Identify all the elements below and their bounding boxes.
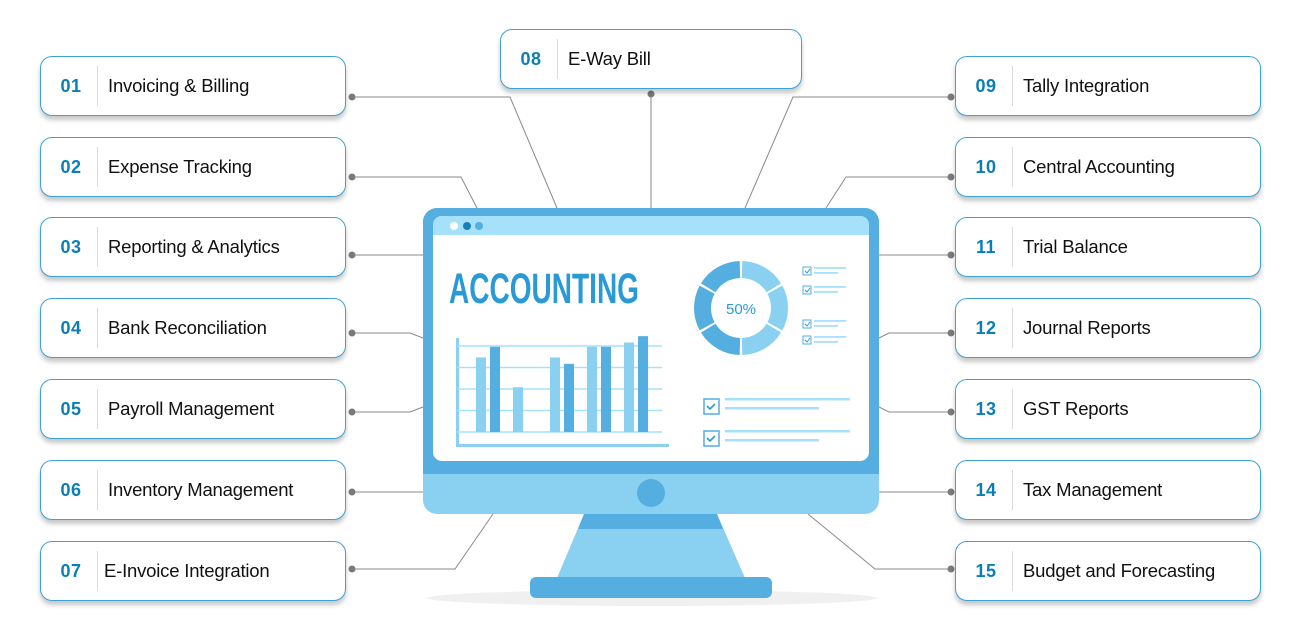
checklist-line xyxy=(814,341,838,343)
chart-bar-dark xyxy=(564,363,574,432)
checklist-line xyxy=(814,320,846,322)
feature-number: 08 xyxy=(520,48,542,69)
small-checkbox-icon xyxy=(802,266,812,276)
checklist-line xyxy=(725,439,819,442)
checklist-line xyxy=(814,267,846,269)
chart-y-axis xyxy=(456,338,459,446)
feature-number: 07 xyxy=(60,560,82,581)
feature-number: 03 xyxy=(60,236,82,257)
window-dot-icon xyxy=(450,222,458,230)
checklist-line xyxy=(814,325,838,327)
feature-label: Payroll Management xyxy=(108,398,275,419)
monitor-stand-band xyxy=(578,514,723,529)
checklist-line xyxy=(725,430,850,433)
feature-label: Central Accounting xyxy=(1023,156,1175,177)
chart-bar-light xyxy=(476,357,486,432)
feature-number: 10 xyxy=(975,156,997,177)
feature-number: 04 xyxy=(60,317,82,338)
feature-card-04[interactable]: 04 Bank Reconciliation xyxy=(40,298,346,358)
checklist-line xyxy=(725,407,819,410)
feature-number: 06 xyxy=(60,479,82,500)
diagram-stage: ACCOUNTING 50% 01 Invoicing & Billing 02… xyxy=(0,0,1300,633)
feature-card-01[interactable]: 01 Invoicing & Billing xyxy=(40,56,346,116)
feature-number: 13 xyxy=(975,398,997,419)
chart-bar-light xyxy=(513,387,523,432)
donut-label: 50% xyxy=(726,301,756,318)
feature-card-12[interactable]: 12 Journal Reports xyxy=(955,298,1261,358)
feature-number: 01 xyxy=(60,75,82,96)
small-checkbox-icon xyxy=(802,335,812,345)
monitor-base xyxy=(530,577,772,598)
feature-number: 14 xyxy=(975,479,997,500)
chart-bar-dark xyxy=(638,336,648,432)
checklist-line xyxy=(814,336,846,338)
feature-label: Journal Reports xyxy=(1023,317,1151,338)
feature-card-07[interactable]: 07 E-Invoice Integration xyxy=(40,541,346,601)
feature-label: E-Way Bill xyxy=(568,48,651,69)
feature-card-03[interactable]: 03 Reporting & Analytics xyxy=(40,217,346,277)
feature-card-02[interactable]: 02 Expense Tracking xyxy=(40,137,346,197)
feature-card-13[interactable]: 13 GST Reports xyxy=(955,379,1261,439)
chart-bar-dark xyxy=(490,346,500,432)
feature-label: Trial Balance xyxy=(1023,236,1128,257)
small-checkbox-icon xyxy=(802,319,812,329)
power-button-icon xyxy=(637,479,665,507)
feature-number: 12 xyxy=(975,317,997,338)
checklist-line xyxy=(814,291,838,293)
feature-number: 11 xyxy=(975,236,997,257)
feature-card-10[interactable]: 10 Central Accounting xyxy=(955,137,1261,197)
checklist-line xyxy=(814,286,846,288)
feature-label: Tally Integration xyxy=(1023,75,1150,96)
feature-label: Tax Management xyxy=(1023,479,1163,500)
feature-label: Expense Tracking xyxy=(108,156,252,177)
chart-bar-light xyxy=(550,357,560,432)
feature-card-11[interactable]: 11 Trial Balance xyxy=(955,217,1261,277)
feature-number: 05 xyxy=(60,398,82,419)
feature-number: 02 xyxy=(60,156,82,177)
chart-bar-light xyxy=(624,342,634,432)
checklist-line xyxy=(725,398,850,401)
feature-label: Invoicing & Billing xyxy=(108,75,250,96)
feature-label: Bank Reconciliation xyxy=(108,317,267,338)
chart-bar-light xyxy=(587,346,597,432)
feature-card-15[interactable]: 15 Budget and Forecasting xyxy=(955,541,1261,601)
feature-card-05[interactable]: 05 Payroll Management xyxy=(40,379,346,439)
feature-label: Reporting & Analytics xyxy=(108,236,280,257)
feature-label: Budget and Forecasting xyxy=(1023,560,1216,581)
window-dot-icon xyxy=(463,222,471,230)
feature-label: Inventory Management xyxy=(108,479,294,500)
feature-card-14[interactable]: 14 Tax Management xyxy=(955,460,1261,520)
feature-card-09[interactable]: 09 Tally Integration xyxy=(955,56,1261,116)
feature-number: 09 xyxy=(975,75,997,96)
feature-label: GST Reports xyxy=(1023,398,1129,419)
chart-bar-dark xyxy=(601,346,611,432)
feature-card-08[interactable]: 08 E-Way Bill xyxy=(500,29,802,89)
window-dot-icon xyxy=(475,222,483,230)
small-checkbox-icon xyxy=(802,285,812,295)
chart-x-axis xyxy=(456,444,669,447)
feature-label: E-Invoice Integration xyxy=(104,560,270,581)
feature-number: 15 xyxy=(975,560,997,581)
checklist-line xyxy=(814,272,838,274)
screen-title-bar xyxy=(433,216,869,235)
feature-card-06[interactable]: 06 Inventory Management xyxy=(40,460,346,520)
screen-title: ACCOUNTING xyxy=(449,265,639,313)
